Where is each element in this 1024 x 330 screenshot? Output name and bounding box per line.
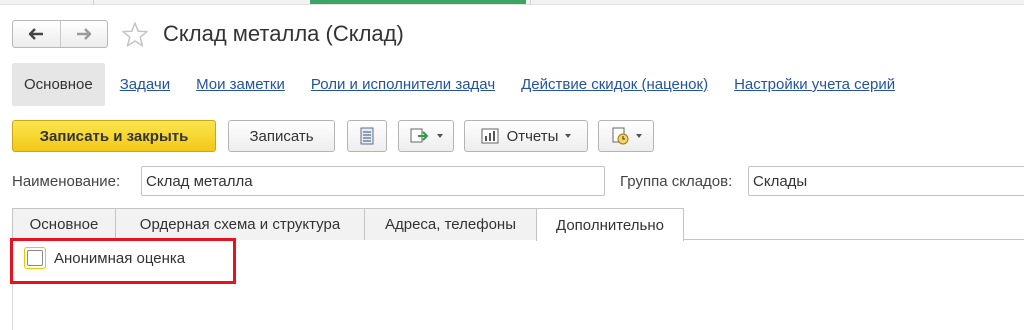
- reports-button[interactable]: Отчеты: [464, 120, 588, 152]
- tab-strip-separator: [93, 0, 94, 5]
- print-menu-button[interactable]: [598, 120, 654, 152]
- link-task-roles[interactable]: Роли и исполнители задач: [311, 76, 495, 93]
- back-button[interactable]: [13, 21, 60, 47]
- create-based-on-button[interactable]: [398, 120, 454, 152]
- name-label: Наименование:: [12, 173, 121, 190]
- save-button[interactable]: Записать: [228, 120, 335, 152]
- tab-strip-separator: [530, 0, 531, 5]
- link-series-settings[interactable]: Настройки учета серий: [734, 76, 895, 93]
- navigation-buttons: [12, 20, 108, 48]
- list-view-button[interactable]: [347, 120, 387, 152]
- link-discounts[interactable]: Действие скидок (наценок): [521, 76, 708, 93]
- create-based-icon: [410, 128, 428, 143]
- page-title: Склад металла (Склад): [163, 21, 404, 46]
- warehouse-group-label: Группа складов:: [620, 173, 733, 190]
- save-and-close-button[interactable]: Записать и закрыть: [12, 120, 216, 152]
- red-highlight-frame: [10, 238, 236, 284]
- warehouse-group-field[interactable]: [748, 166, 1024, 196]
- active-window-tab-indicator[interactable]: [310, 0, 526, 4]
- dropdown-caret-icon: [436, 134, 443, 138]
- link-my-notes[interactable]: Мои заметки: [196, 76, 285, 93]
- arrow-left-icon: [29, 28, 44, 40]
- window-tabs-strip: [0, 0, 1024, 5]
- reports-button-label: Отчеты: [506, 127, 559, 145]
- tab-main[interactable]: Основное: [12, 208, 116, 240]
- form-links-panel: Основное Задачи Мои заметки Роли и испол…: [12, 63, 906, 106]
- tab-order-scheme[interactable]: Ордерная схема и структура: [115, 208, 365, 240]
- document-list-icon: [360, 127, 374, 145]
- tab-bar: Основное Ордерная схема и структура Адре…: [12, 208, 1024, 241]
- arrow-right-icon: [76, 28, 91, 40]
- link-main[interactable]: Основное: [12, 63, 105, 106]
- tab-addresses-phones[interactable]: Адреса, телефоны: [364, 208, 537, 240]
- name-field[interactable]: [141, 166, 605, 196]
- dropdown-caret-icon: [565, 134, 572, 138]
- star-outline-icon[interactable]: [120, 20, 150, 50]
- link-tasks[interactable]: Задачи: [120, 76, 170, 93]
- dropdown-caret-icon: [635, 134, 642, 138]
- tab-additional[interactable]: Дополнительно: [536, 208, 684, 241]
- reports-icon: [481, 128, 499, 144]
- forward-button[interactable]: [59, 21, 108, 47]
- document-clock-icon: [612, 127, 628, 145]
